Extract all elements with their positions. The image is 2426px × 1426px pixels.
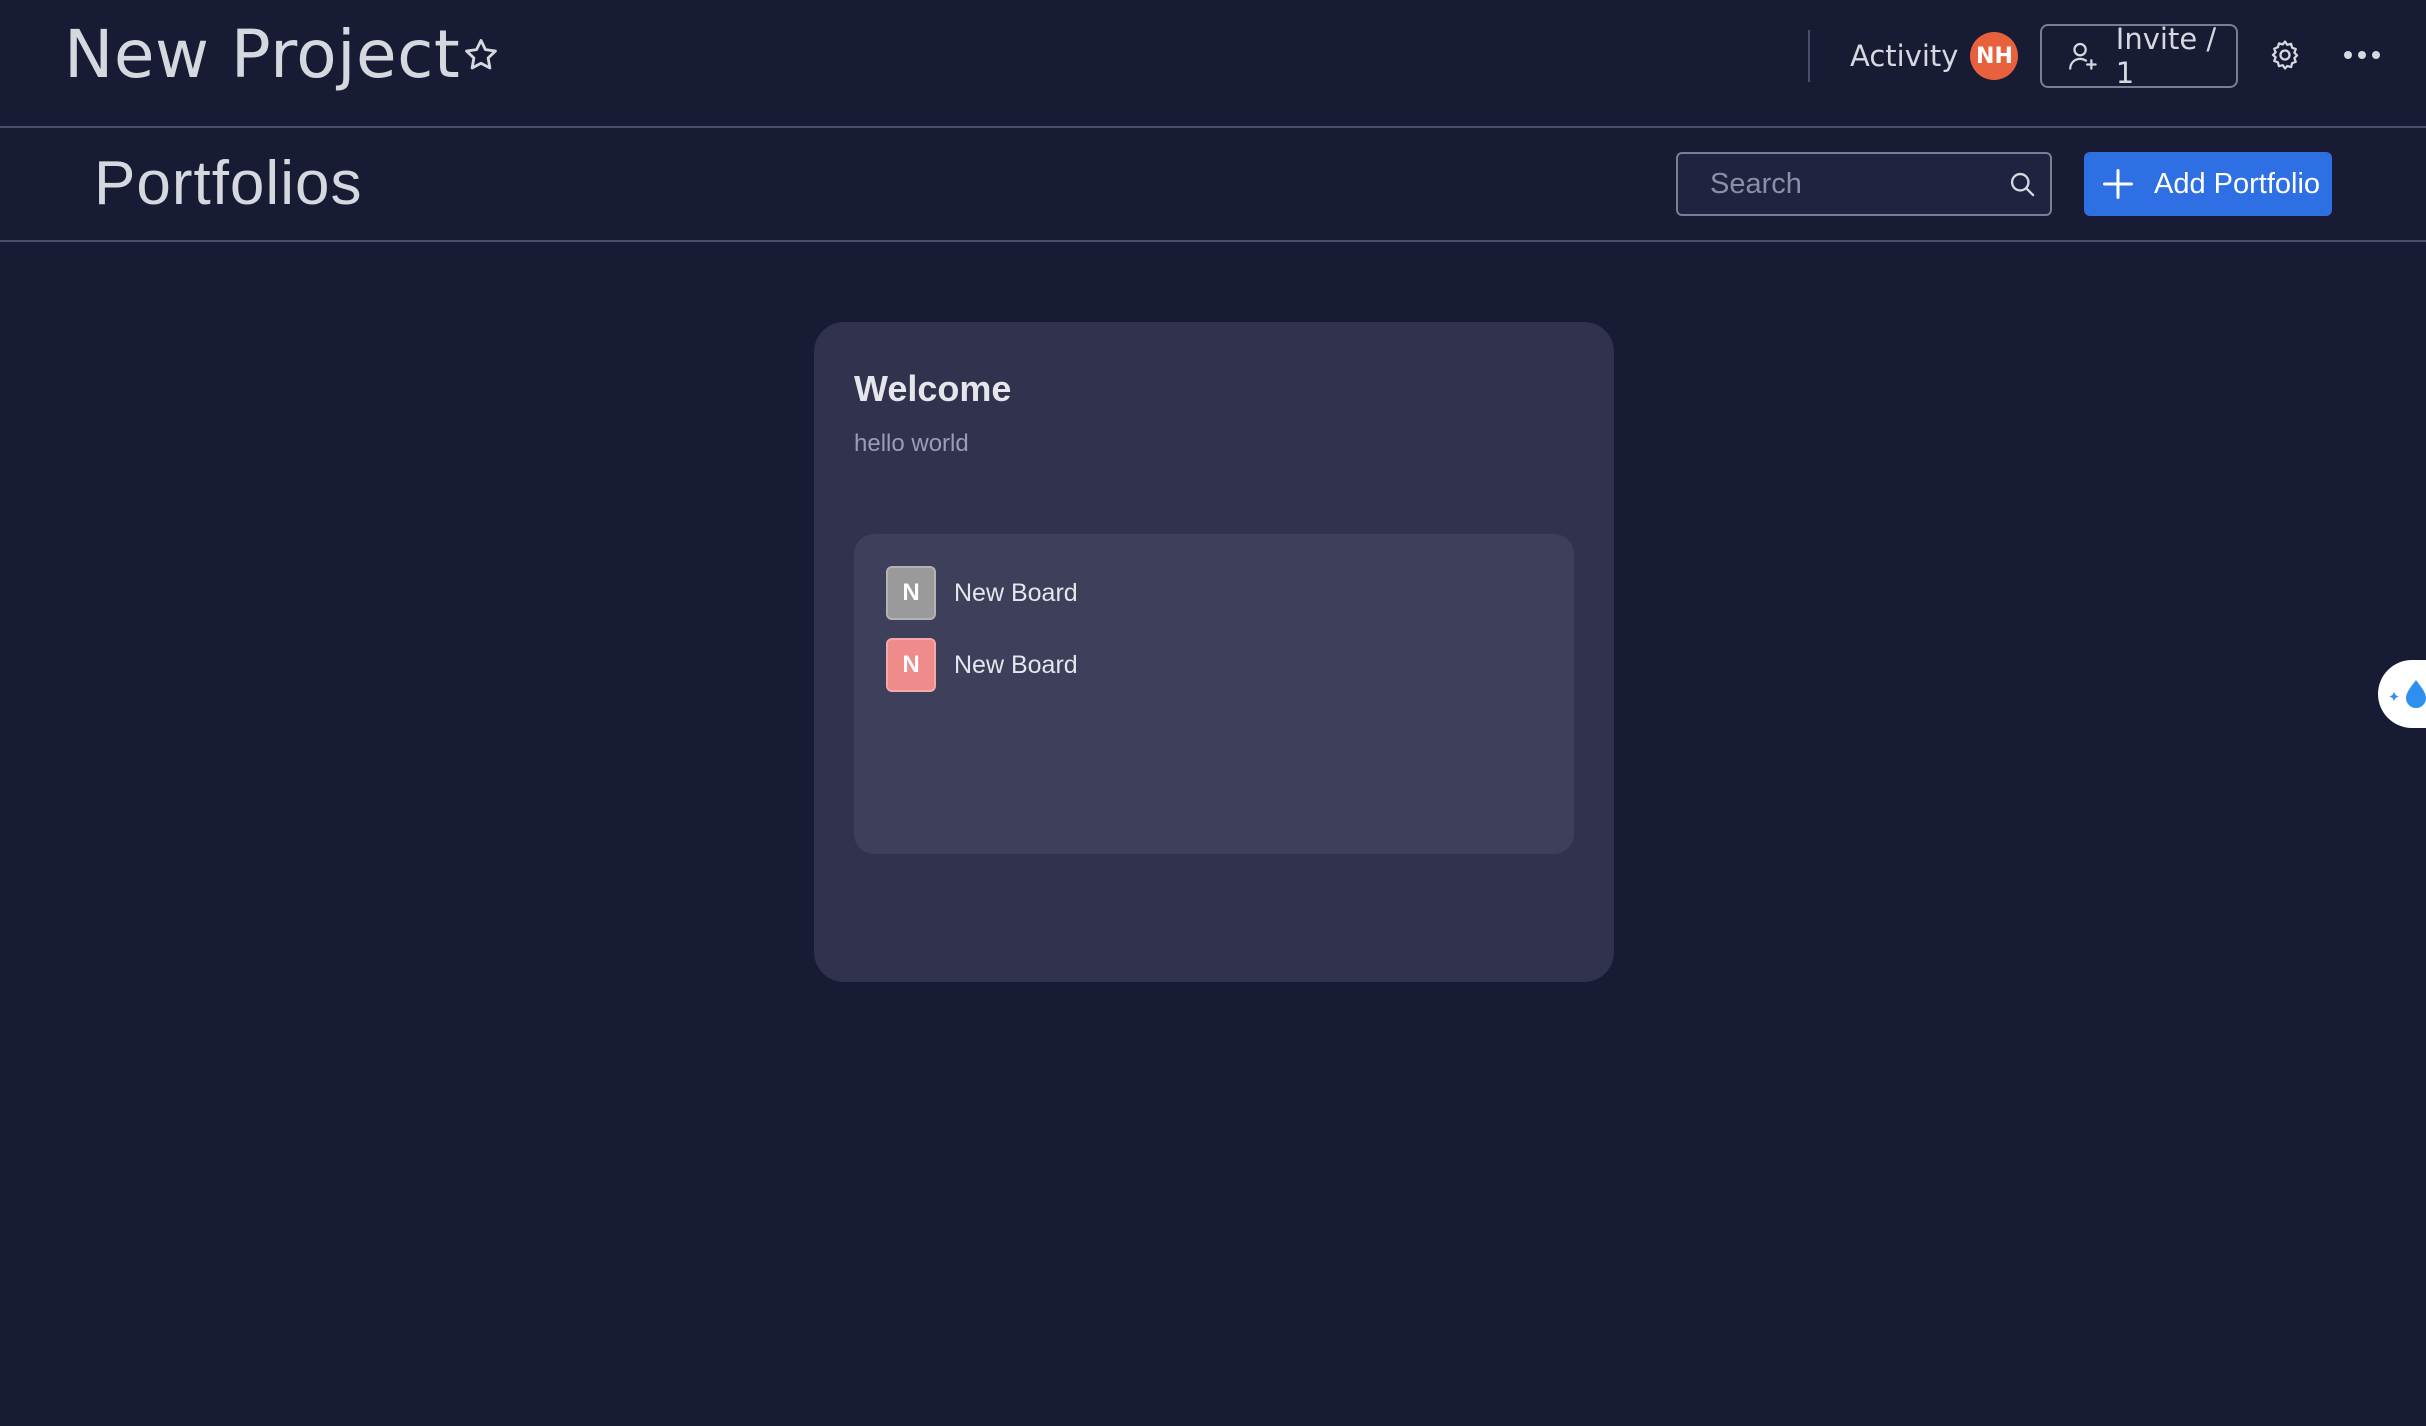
activity-button[interactable]: Activity NH [1850,30,2019,82]
add-user-icon [2069,42,2097,70]
avatar: NH [1970,32,2019,80]
assistant-widget[interactable] [2378,660,2426,728]
add-portfolio-button[interactable]: Add Portfolio [2084,152,2332,216]
page-title: Portfolios [94,149,363,218]
board-badge: N [886,566,936,620]
board-item[interactable]: N New Board [886,638,1078,692]
invite-button[interactable]: Invite / 1 [2040,22,2238,90]
board-name: New Board [954,578,1078,607]
top-bar: New Project Activity NH Invite / 1 [0,0,2426,128]
board-name: New Board [954,650,1078,679]
search-input[interactable] [1678,154,1998,214]
activity-label: Activity [1850,39,1959,73]
water-drop-icon [2389,680,2426,708]
search-box[interactable] [1676,152,2052,216]
portfolio-title: Welcome [854,368,1012,409]
add-portfolio-label: Add Portfolio [2154,167,2321,200]
star-icon[interactable] [462,36,500,74]
board-badge: N [886,638,936,692]
board-item[interactable]: N New Board [886,566,1078,620]
gear-icon[interactable] [2268,38,2302,72]
search-icon[interactable] [2008,170,2036,198]
plus-icon [2103,169,2133,199]
portfolio-description: hello world [854,430,969,457]
portfolio-card[interactable]: Welcome hello world N New Board N New Bo… [814,322,1614,982]
portfolios-bar: Portfolios Add Portfolio [0,130,2426,242]
boards-list: N New Board N New Board [854,534,1574,854]
invite-label: Invite / 1 [2115,22,2217,90]
project-title[interactable]: New Project [64,16,460,93]
header-divider [1808,30,1810,82]
more-options-icon[interactable] [2340,44,2384,66]
